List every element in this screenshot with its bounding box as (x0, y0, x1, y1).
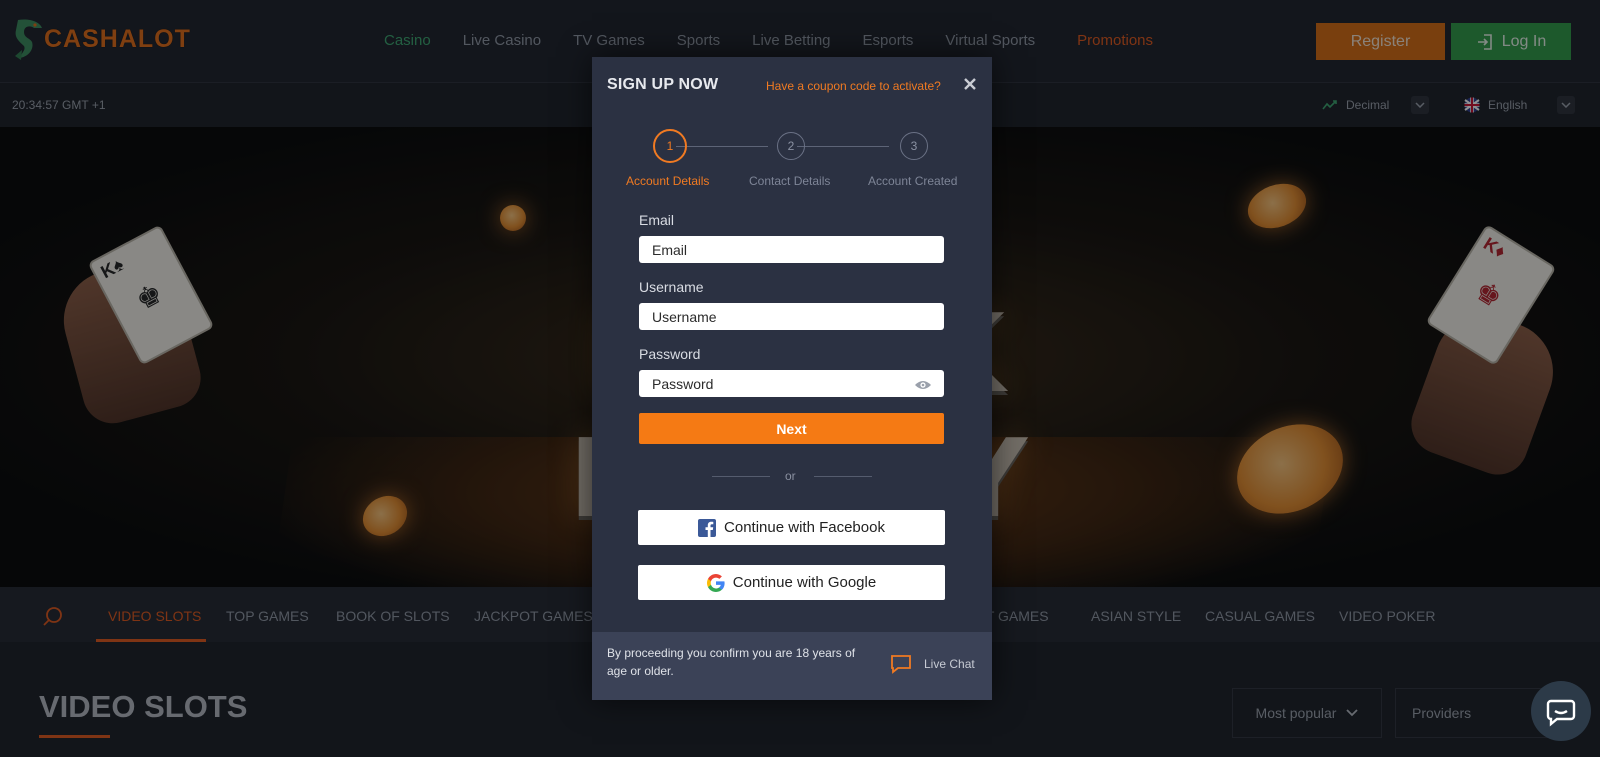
google-button-label: Continue with Google (732, 574, 877, 591)
google-icon (706, 573, 725, 592)
support-chat-button[interactable] (1531, 681, 1591, 741)
modal-footer: By proceeding you confirm you are 18 yea… (592, 632, 992, 700)
password-label: Password (639, 346, 701, 362)
eye-icon[interactable] (914, 379, 932, 391)
facebook-icon (698, 518, 717, 537)
next-button[interactable]: Next (639, 413, 944, 444)
live-chat-link[interactable]: Live Chat (890, 654, 975, 674)
divider-line (712, 476, 770, 477)
email-label: Email (639, 212, 675, 228)
chat-icon (891, 655, 911, 674)
modal-title: SIGN UP NOW (607, 76, 719, 93)
step-2-label: Contact Details (749, 174, 831, 188)
live-chat-label: Live Chat (924, 657, 975, 671)
age-disclaimer: By proceeding you confirm you are 18 yea… (607, 646, 856, 678)
signup-stepper: 1 2 3 Account Details Contact Details Ac… (592, 129, 992, 200)
support-chat-icon (1546, 699, 1576, 727)
or-divider: or (592, 469, 992, 485)
signup-modal: SIGN UP NOW Have a coupon code to activa… (592, 57, 992, 700)
modal-header: SIGN UP NOW Have a coupon code to activa… (592, 57, 992, 117)
username-label: Username (639, 279, 704, 295)
close-icon[interactable] (960, 74, 980, 94)
or-text: or (785, 469, 796, 483)
divider-line (814, 476, 872, 477)
facebook-signup-button[interactable]: Continue with Facebook (638, 510, 945, 545)
step-3-label: Account Created (868, 174, 958, 188)
step-connector (797, 146, 889, 147)
coupon-code-link[interactable]: Have a coupon code to activate? (766, 79, 941, 93)
username-field[interactable] (639, 303, 944, 330)
step-2-indicator: 2 (777, 132, 805, 160)
step-1-label: Account Details (626, 174, 710, 188)
google-signup-button[interactable]: Continue with Google (638, 565, 945, 600)
facebook-button-label: Continue with Facebook (724, 519, 885, 536)
step-1-indicator: 1 (653, 129, 687, 163)
step-connector (676, 146, 768, 147)
email-field[interactable] (639, 236, 944, 263)
step-3-indicator: 3 (900, 132, 928, 160)
password-field[interactable] (639, 370, 944, 397)
